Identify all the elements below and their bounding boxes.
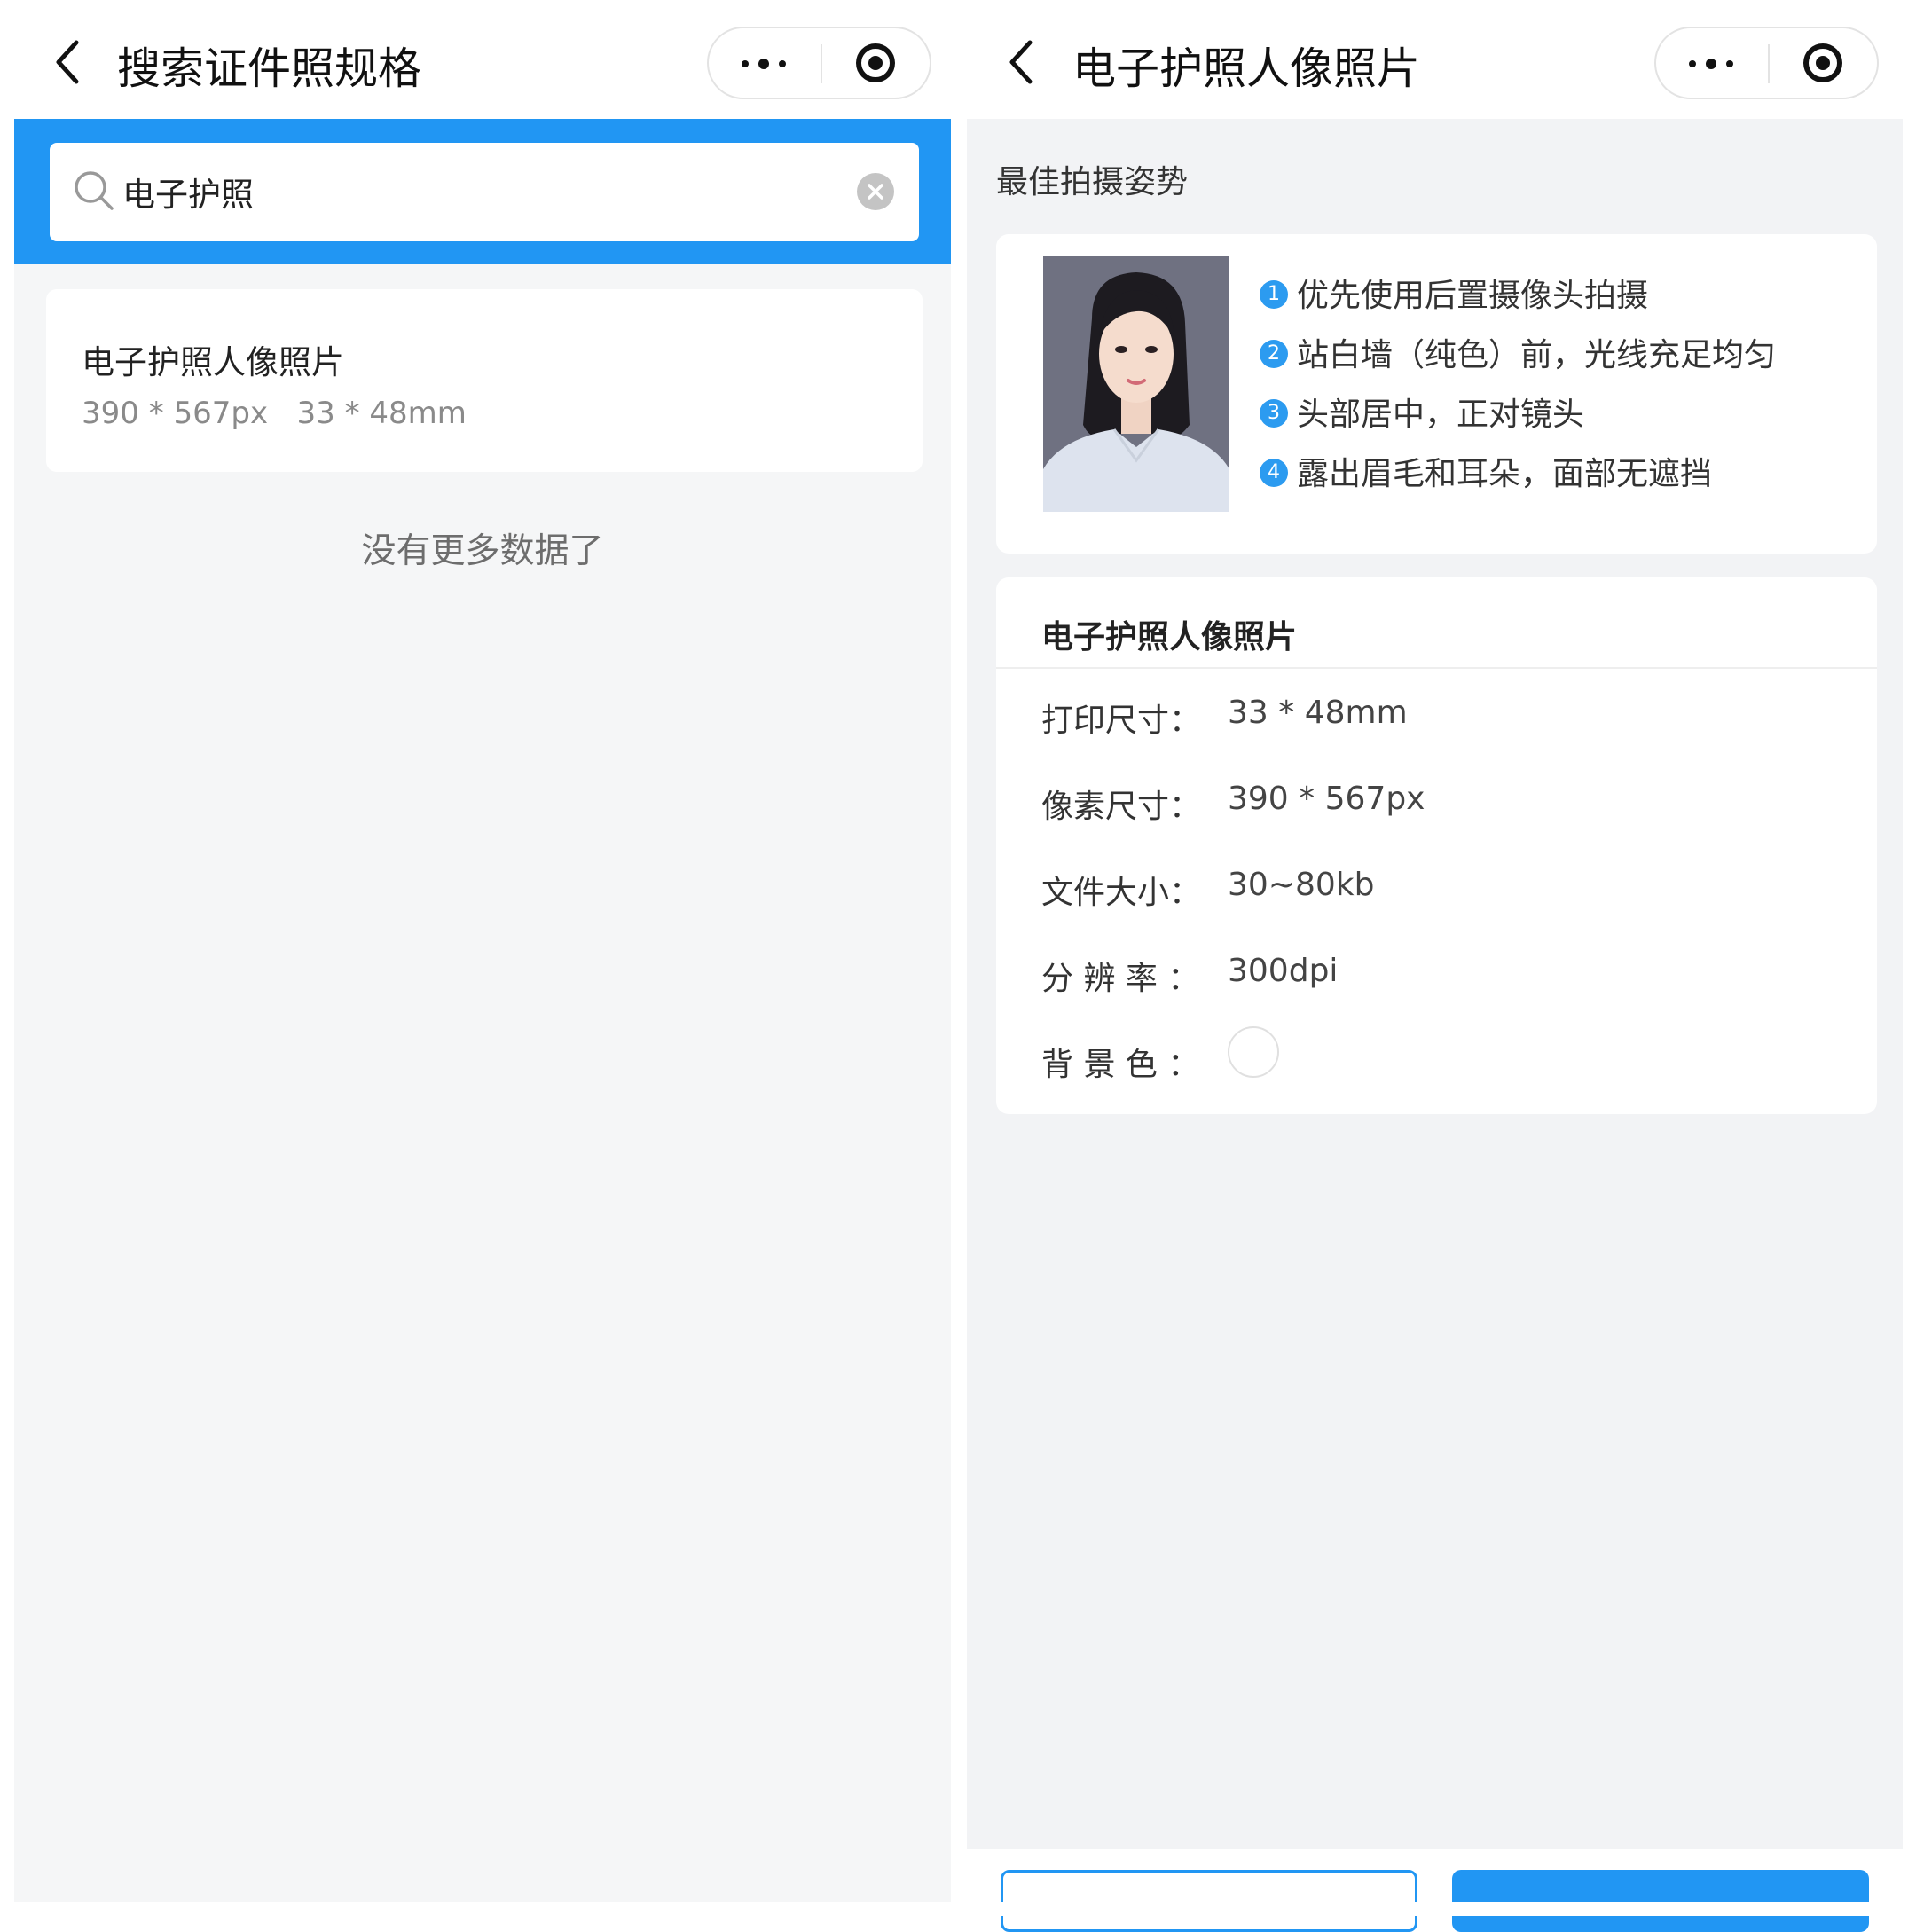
background-color-swatch — [1228, 1026, 1279, 1078]
secondary-action-button[interactable] — [1001, 1870, 1417, 1932]
tip-item: 2 站白墙（纯色）前，光线充足均匀 — [1260, 329, 1776, 375]
spec-detail-screen: 电子护照人像照片 最佳拍摄姿势 1 优先使用后置摄像头拍摄 2 站白墙（纯色）前… — [962, 0, 1916, 1916]
close-button[interactable] — [1770, 28, 1877, 98]
result-item[interactable]: 电子护照人像照片 390 * 567px 33 * 48mm — [46, 289, 923, 472]
nav-bar: 搜索证件照规格 — [0, 0, 962, 119]
end-of-list-text: 没有更多数据了 — [361, 531, 604, 571]
spec-label: 分 辨 率 ： — [1041, 961, 1200, 997]
chevron-left-icon — [1009, 40, 1033, 84]
spec-label: 像素尺寸： — [1041, 789, 1202, 825]
more-button[interactable] — [1656, 28, 1768, 98]
spec-value: 33 * 48mm — [1228, 695, 1408, 731]
spec-label: 文件大小： — [1041, 875, 1202, 911]
tip-item: 4 露出眉毛和耳朵，面部无遮挡 — [1260, 448, 1712, 494]
spec-label: 背 景 色 ： — [1041, 1047, 1200, 1083]
search-bar — [14, 119, 951, 264]
tip-number-badge: 4 — [1260, 459, 1288, 487]
page-title: 搜索证件照规格 — [117, 43, 422, 94]
tip-text: 站白墙（纯色）前，光线充足均匀 — [1297, 337, 1777, 373]
mini-program-capsule — [1654, 27, 1879, 99]
pose-section-title: 最佳拍摄姿势 — [996, 164, 1189, 200]
search-icon — [75, 171, 114, 210]
search-content: 电子护照人像照片 390 * 567px 33 * 48mm 没有更多数据了 — [14, 119, 951, 1902]
pose-tips-card: 1 优先使用后置摄像头拍摄 2 站白墙（纯色）前，光线充足均匀 3 头部居中，正对镜头… — [996, 234, 1877, 554]
clear-icon — [868, 184, 883, 200]
spec-value: 30~80kb — [1228, 867, 1375, 903]
spec-card: 电子护照人像照片 打印尺寸： 33 * 48mm 像素尺寸： 390 * 567… — [996, 577, 1877, 1114]
chevron-left-icon — [56, 40, 79, 84]
back-button[interactable] — [44, 35, 98, 89]
tip-text: 优先使用后置摄像头拍摄 — [1297, 278, 1649, 314]
search-box[interactable] — [50, 143, 919, 241]
tip-item: 1 优先使用后置摄像头拍摄 — [1260, 270, 1648, 316]
spec-value: 390 * 567px — [1228, 781, 1425, 817]
mini-program-capsule — [707, 27, 931, 99]
spec-value: 300dpi — [1228, 953, 1339, 989]
primary-action-button[interactable] — [1452, 1870, 1869, 1932]
bottom-edge — [0, 1902, 1916, 1916]
more-button[interactable] — [709, 28, 821, 98]
page-title: 电子护照人像照片 — [1072, 43, 1421, 94]
nav-bar: 电子护照人像照片 — [962, 0, 1916, 119]
sample-portrait-image — [1043, 256, 1229, 512]
result-dimensions: 390 * 567px 33 * 48mm — [82, 396, 467, 431]
tip-number-badge: 2 — [1260, 340, 1288, 368]
close-button[interactable] — [822, 28, 930, 98]
tip-number-badge: 1 — [1260, 280, 1288, 309]
tip-text: 头部居中，正对镜头 — [1297, 397, 1585, 433]
detail-content: 最佳拍摄姿势 1 优先使用后置摄像头拍摄 2 站白墙（纯色）前，光线充足均匀 3… — [967, 119, 1903, 1849]
result-title: 电子护照人像照片 — [82, 343, 344, 381]
tip-number-badge: 3 — [1260, 399, 1288, 428]
clear-button[interactable] — [857, 173, 894, 210]
divider — [996, 667, 1877, 669]
spec-title: 电子护照人像照片 — [1041, 619, 1298, 656]
search-input[interactable] — [122, 161, 814, 223]
tip-text: 露出眉毛和耳朵，面部无遮挡 — [1297, 456, 1713, 492]
search-spec-screen: 搜索证件照规格 电子护照 电子护照人像照片 390 * 567px 33 * 4… — [0, 0, 962, 1916]
spec-label: 打印尺寸： — [1041, 703, 1202, 739]
back-button[interactable] — [998, 35, 1051, 89]
tip-item: 3 头部居中，正对镜头 — [1260, 389, 1584, 435]
